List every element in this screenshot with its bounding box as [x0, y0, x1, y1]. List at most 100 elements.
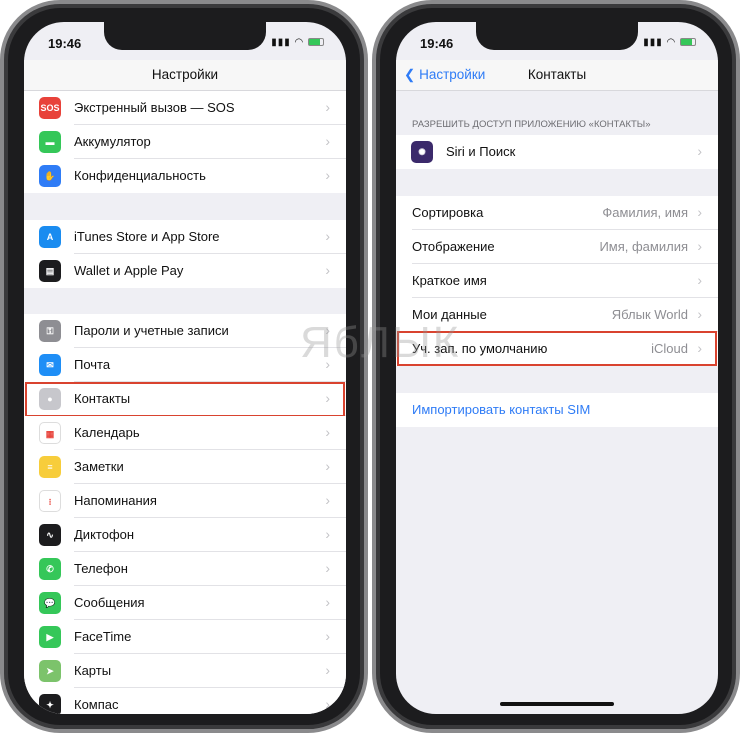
row-value: Яблык World	[611, 307, 688, 322]
chevron-right-icon: ›	[325, 262, 330, 278]
import-sim-button[interactable]: Импортировать контакты SIM	[396, 393, 718, 427]
row-label: FaceTime	[74, 629, 132, 644]
status-icons: ▮▮▮ ◠	[271, 37, 324, 48]
calendar-icon: ▦	[39, 422, 61, 444]
settings-item[interactable]: AiTunes Store и App Store ›	[24, 220, 346, 254]
siri-icon: ✺	[411, 141, 433, 163]
row-label: iTunes Store и App Store	[74, 229, 220, 244]
contacts-setting-row[interactable]: Отображение Имя, фамилия ›	[396, 230, 718, 264]
nav-bar: ❮ Настройки Контакты	[396, 60, 718, 91]
settings-item[interactable]: ✋ Конфиденциальность ›	[24, 159, 346, 193]
phone-icon: ✆	[39, 558, 61, 580]
chevron-right-icon: ›	[325, 424, 330, 440]
chevron-right-icon: ›	[325, 662, 330, 678]
chevron-right-icon: ›	[325, 628, 330, 644]
settings-item[interactable]: ➤ Карты ›	[24, 654, 346, 688]
row-label: Пароли и учетные записи	[74, 323, 229, 338]
highlight-box	[25, 382, 345, 417]
status-time: 19:46	[420, 36, 454, 51]
wifi-icon: ◠	[294, 37, 305, 48]
row-label: Карты	[74, 663, 112, 678]
battery-charging-icon	[308, 38, 324, 47]
chevron-right-icon: ›	[325, 696, 330, 712]
siri-search-row[interactable]: ✺ Siri и Поиск ›	[396, 135, 718, 169]
mail-icon: ✉	[39, 354, 61, 376]
contacts-setting-row[interactable]: Краткое имя ›	[396, 264, 718, 298]
signal-icon: ▮▮▮	[271, 37, 291, 48]
sos-icon: SOS	[39, 97, 61, 119]
settings-screen: 19:46 ▮▮▮ ◠ Настройки SOS Экстренный вызо…	[24, 22, 346, 714]
settings-item[interactable]: ✆ Телефон ›	[24, 552, 346, 586]
contacts-setting-row[interactable]: Сортировка Фамилия, имя ›	[396, 196, 718, 230]
settings-item[interactable]: ✦ Компас ›	[24, 688, 346, 714]
row-label: Siri и Поиск	[446, 144, 516, 159]
key-icon: ⚿	[39, 320, 61, 342]
status-icons: ▮▮▮ ◠	[643, 37, 696, 48]
settings-item[interactable]: SOS Экстренный вызов — SOS ›	[24, 91, 346, 125]
voice-memos-icon: ∿	[39, 524, 61, 546]
notch	[104, 22, 266, 50]
chevron-right-icon: ›	[325, 133, 330, 149]
row-label: Заметки	[74, 459, 124, 474]
row-label: Календарь	[74, 425, 140, 440]
row-label: Краткое имя	[412, 273, 487, 288]
settings-item[interactable]: ✉ Почта ›	[24, 348, 346, 382]
settings-item[interactable]: ⁝ Напоминания ›	[24, 484, 346, 518]
settings-item[interactable]: 💬 Сообщения ›	[24, 586, 346, 620]
maps-icon: ➤	[39, 660, 61, 682]
chevron-right-icon: ›	[697, 204, 702, 220]
contacts-settings-screen: 19:46 ▮▮▮ ◠ ❮ Настройки Контакты РАЗРЕШИ…	[396, 22, 718, 714]
compass-icon: ✦	[39, 694, 61, 714]
row-label: Аккумулятор	[74, 134, 151, 149]
row-label: Wallet и Apple Pay	[74, 263, 184, 278]
settings-item[interactable]: ▤ Wallet и Apple Pay ›	[24, 254, 346, 288]
battery-charging-icon	[680, 38, 696, 47]
reminders-icon: ⁝	[39, 490, 61, 512]
row-label: Напоминания	[74, 493, 157, 508]
battery-icon: ▬	[39, 131, 61, 153]
row-label: Экстренный вызов — SOS	[74, 100, 235, 115]
row-label: Сортировка	[412, 205, 484, 220]
settings-item[interactable]: ▦ Календарь ›	[24, 416, 346, 450]
settings-item[interactable]: ▬ Аккумулятор ›	[24, 125, 346, 159]
chevron-right-icon: ›	[325, 492, 330, 508]
messages-icon: 💬	[39, 592, 61, 614]
row-value: Имя, фамилия	[599, 239, 688, 254]
settings-item[interactable]: ⚿ Пароли и учетные записи ›	[24, 314, 346, 348]
hand-icon: ✋	[39, 165, 61, 187]
chevron-right-icon: ›	[325, 167, 330, 183]
signal-icon: ▮▮▮	[643, 37, 663, 48]
row-label: Сообщения	[74, 595, 145, 610]
chevron-right-icon: ›	[697, 272, 702, 288]
facetime-icon: ▶	[39, 626, 61, 648]
watermark: ЯбЛЫК	[300, 318, 461, 367]
notch	[476, 22, 638, 50]
row-label: Импортировать контакты SIM	[412, 402, 591, 417]
wifi-icon: ◠	[666, 37, 677, 48]
chevron-right-icon: ›	[325, 458, 330, 474]
row-label: Диктофон	[74, 527, 135, 542]
row-label: Телефон	[74, 561, 128, 576]
chevron-right-icon: ›	[325, 594, 330, 610]
page-title: Контакты	[527, 67, 587, 82]
notes-icon: ≡	[39, 456, 61, 478]
section-header: РАЗРЕШИТЬ ДОСТУП ПРИЛОЖЕНИЮ «КОНТАКТЫ»	[412, 119, 651, 130]
chevron-right-icon: ›	[697, 306, 702, 322]
settings-item[interactable]: ∿ Диктофон ›	[24, 518, 346, 552]
row-label: Почта	[74, 357, 111, 372]
app-store-icon: A	[39, 226, 61, 248]
row-label: Компас	[74, 697, 119, 712]
settings-item[interactable]: ≡ Заметки ›	[24, 450, 346, 484]
chevron-right-icon: ›	[325, 228, 330, 244]
chevron-right-icon: ›	[325, 99, 330, 115]
chevron-right-icon: ›	[325, 526, 330, 542]
chevron-right-icon: ›	[697, 143, 702, 159]
wallet-icon: ▤	[39, 260, 61, 282]
chevron-right-icon: ›	[697, 238, 702, 254]
chevron-right-icon: ›	[325, 560, 330, 576]
settings-item[interactable]: ▶ FaceTime ›	[24, 620, 346, 654]
row-label: Отображение	[412, 239, 495, 254]
row-value: Фамилия, имя	[602, 205, 688, 220]
home-indicator[interactable]	[500, 702, 614, 706]
page-title: Настройки	[151, 67, 219, 82]
